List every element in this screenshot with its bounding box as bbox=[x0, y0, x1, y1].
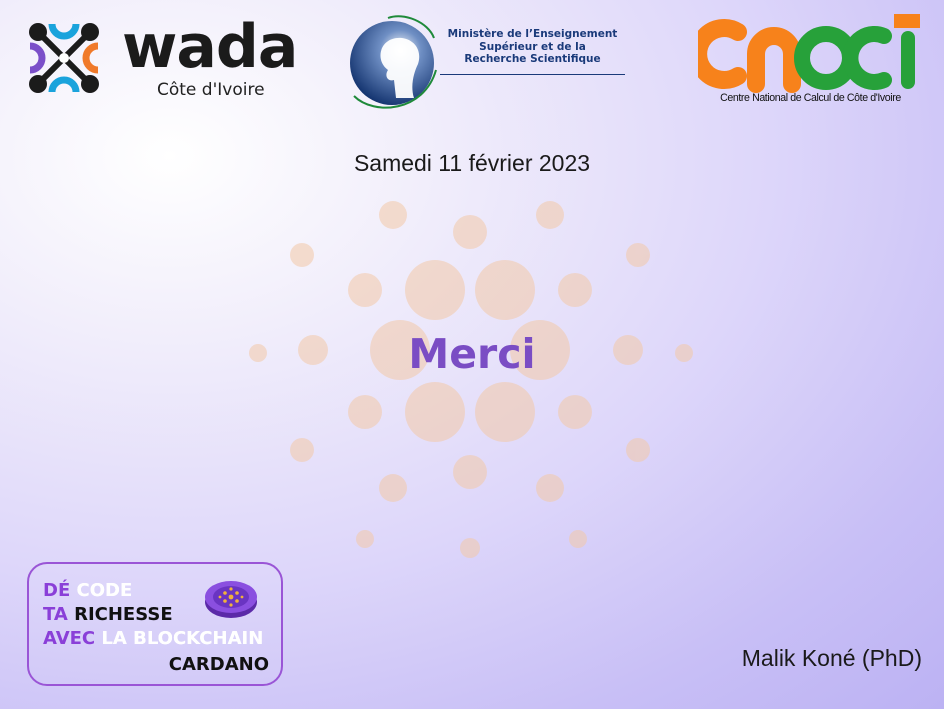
badge-word-ta: TA bbox=[43, 604, 68, 625]
wada-logo: wada Côte d'Ivoire bbox=[24, 12, 304, 103]
badge-word-avec: AVEC bbox=[43, 628, 96, 649]
ministry-line-1: Ministère de l’Enseignement bbox=[447, 28, 618, 40]
ministry-globe-icon bbox=[350, 15, 437, 109]
wada-wordmark: wada bbox=[122, 12, 298, 82]
cncci-wordmark-icon bbox=[698, 14, 920, 93]
slide-title: Merci bbox=[408, 330, 536, 378]
wada-emblem-icon bbox=[29, 23, 99, 93]
badge-word-richesse: RICHESSE bbox=[74, 604, 173, 625]
ministry-divider bbox=[440, 74, 625, 75]
badge-word-code: CODE bbox=[76, 580, 133, 601]
cardano-coin-icon bbox=[205, 581, 257, 618]
wada-subtitle: Côte d'Ivoire bbox=[157, 80, 265, 100]
decode-badge: DÉ CODE TA RICHESSE AVEC LA BLOCKCHAIN C… bbox=[27, 562, 283, 686]
slide-date: Samedi 11 février 2023 bbox=[353, 150, 591, 176]
badge-word-de: DÉ bbox=[43, 580, 71, 601]
badge-word-la-blockchain: LA BLOCKCHAIN bbox=[101, 628, 264, 649]
slide-author: Malik Koné (PhD) bbox=[741, 645, 922, 671]
ministry-logo: Ministère de l’Enseignement Supérieur et… bbox=[344, 8, 634, 118]
ministry-line-3: Recherche Scientifique bbox=[464, 53, 601, 65]
cncci-caption: Centre National de Calcul de Côte d'Ivoi… bbox=[720, 92, 901, 104]
slide: wada Côte d'Ivoire Ministère de l’Enseig… bbox=[0, 0, 944, 709]
ministry-line-2: Supérieur et de la bbox=[479, 40, 586, 53]
cncci-logo: Centre National de Calcul de Côte d'Ivoi… bbox=[698, 14, 923, 114]
ministry-name: Ministère de l’Enseignement Supérieur et… bbox=[440, 28, 625, 66]
badge-word-cardano: CARDANO bbox=[168, 654, 269, 675]
